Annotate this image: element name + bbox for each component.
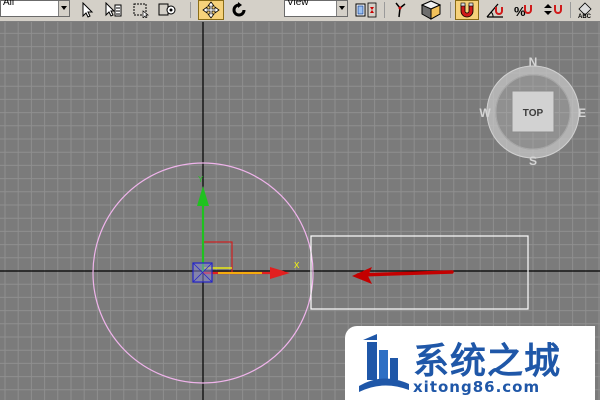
select-object-icon xyxy=(82,2,94,18)
compass-west: W xyxy=(479,106,491,120)
watermark-url: xitong86.com xyxy=(413,378,541,396)
reference-coordinate-system-dropdown[interactable]: View xyxy=(284,0,348,17)
watermark-logo: 系统之城 xitong86.com xyxy=(345,326,595,400)
gizmo-x-arrow-head[interactable] xyxy=(270,267,290,279)
angle-snap-button[interactable] xyxy=(483,0,507,20)
angle-snap-icon xyxy=(486,3,503,18)
select-and-manipulate-button[interactable] xyxy=(389,0,413,20)
city-logo-icon xyxy=(359,334,409,392)
watermark-brand-name: 系统之城 xyxy=(413,341,562,382)
spinner-snap-icon xyxy=(544,4,562,15)
gizmo-y-arrow-head[interactable] xyxy=(197,186,209,206)
gizmo-y-axis-label: Y xyxy=(198,175,204,184)
snaps-toggle-button[interactable] xyxy=(455,0,479,20)
select-by-name-icon xyxy=(105,2,122,17)
rectangular-selection-region-icon xyxy=(133,3,149,18)
keyboard-shortcut-override-button[interactable] xyxy=(418,0,444,20)
keyboard-shortcut-override-icon xyxy=(420,0,442,20)
svg-text:ABC: ABC xyxy=(578,14,592,19)
select-and-manipulate-icon xyxy=(395,2,406,18)
edit-named-selection-button[interactable]: ABC xyxy=(575,0,599,20)
percent-snap-icon: % xyxy=(514,4,532,19)
use-pivot-point-center-icon xyxy=(355,2,377,18)
select-and-rotate-icon xyxy=(232,2,246,17)
compass-north: N xyxy=(529,55,538,69)
select-object-button[interactable] xyxy=(76,0,98,20)
viewcube[interactable]: TOP N S W E xyxy=(479,55,586,168)
viewcube-face-label: TOP xyxy=(523,108,544,119)
selection-filter-dropdown[interactable]: All xyxy=(0,0,70,17)
spinner-snap-button[interactable] xyxy=(540,0,566,20)
move-transform-gizmo[interactable]: Y X xyxy=(192,175,300,283)
compass-east: E xyxy=(578,106,586,120)
use-pivot-point-center-button[interactable] xyxy=(352,0,380,20)
gizmo-x-axis-label: X xyxy=(294,261,300,270)
window-crossing-icon xyxy=(158,3,176,16)
annotation-arrow xyxy=(352,267,454,284)
snaps-toggle-icon xyxy=(460,2,474,18)
window-crossing-button[interactable] xyxy=(156,0,178,20)
select-and-rotate-button[interactable] xyxy=(228,0,250,20)
reference-coordinate-system-value: View xyxy=(287,0,309,8)
selection-filter-value: All xyxy=(3,0,15,8)
main-toolbar: All View % ABC xyxy=(0,0,600,22)
chevron-down-icon xyxy=(58,1,69,16)
select-by-name-button[interactable] xyxy=(102,0,124,20)
select-and-move-button[interactable] xyxy=(198,0,224,20)
selection-region-button[interactable] xyxy=(130,0,152,20)
select-and-move-icon xyxy=(202,1,220,19)
chevron-down-icon xyxy=(336,1,347,16)
percent-snap-button[interactable]: % xyxy=(511,0,537,20)
compass-south: S xyxy=(529,154,537,168)
edit-named-selection-icon: ABC xyxy=(578,2,592,19)
